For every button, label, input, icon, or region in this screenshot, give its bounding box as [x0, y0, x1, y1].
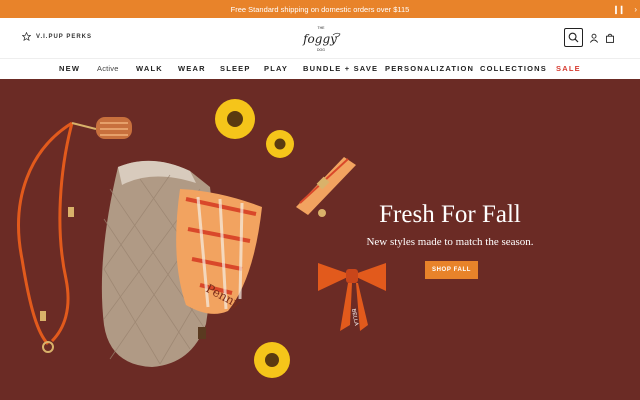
chevron-right-icon[interactable]: › — [634, 0, 637, 18]
bow-image: BELLA — [318, 263, 386, 331]
nav-item-bundle-save[interactable]: BUNDLE + SAVE — [303, 64, 378, 73]
search-button[interactable] — [564, 28, 583, 47]
hero-banner: Penny BELLA Fresh For Fall New styles ma… — [0, 79, 640, 400]
pause-icon[interactable]: ❙❙ — [613, 0, 625, 18]
hero-subtitle: New styles made to match the season. — [366, 236, 534, 248]
user-icon — [589, 33, 598, 43]
announcement-text[interactable]: Free Standard shipping on domestic order… — [231, 5, 410, 14]
bag-icon — [605, 33, 614, 43]
account-button[interactable] — [588, 32, 599, 43]
bandana-image: Penny — [176, 189, 262, 314]
rope-leash-image — [17, 121, 97, 353]
collar-image — [296, 157, 356, 217]
nav-item-walk[interactable]: WALK — [136, 64, 163, 73]
main-nav: NEW Active WALK WEAR SLEEP PLAY BUNDLE +… — [0, 58, 640, 79]
sunflower-image-2 — [266, 130, 294, 158]
nav-item-collections[interactable]: COLLECTIONS — [480, 64, 547, 73]
cart-button[interactable] — [604, 32, 615, 43]
star-icon — [22, 32, 31, 41]
sunflower-image-3 — [254, 342, 290, 378]
logo-text-main: foggy — [302, 32, 337, 46]
sunflower-image-1 — [215, 99, 255, 139]
hero-title: Fresh For Fall — [379, 201, 521, 228]
nav-item-sleep[interactable]: SLEEP — [220, 64, 251, 73]
search-icon — [568, 32, 579, 43]
bow-name-text: BELLA — [350, 308, 359, 326]
announcement-bar: Free Standard shipping on domestic order… — [0, 0, 640, 18]
site-header: V.I.PUP PERKS THE foggy DOG — [0, 18, 640, 58]
shop-fall-button[interactable]: SHOP FALL — [425, 261, 478, 279]
vip-perks-label: V.I.PUP PERKS — [36, 33, 93, 40]
nav-item-new[interactable]: NEW — [59, 64, 80, 73]
nav-item-personalization[interactable]: PERSONALIZATION — [385, 64, 474, 73]
nav-item-active[interactable]: Active — [97, 64, 119, 73]
nav-item-sale[interactable]: SALE — [556, 64, 581, 73]
vip-perks-link[interactable]: V.I.PUP PERKS — [22, 32, 92, 41]
nav-item-wear[interactable]: WEAR — [178, 64, 206, 73]
logo-text-top: THE — [318, 26, 326, 30]
nav-item-play[interactable]: PLAY — [264, 64, 288, 73]
bag-holder-image — [96, 117, 132, 139]
site-logo[interactable]: THE foggy DOG — [300, 24, 342, 54]
logo-text-bottom: DOG — [317, 48, 325, 52]
